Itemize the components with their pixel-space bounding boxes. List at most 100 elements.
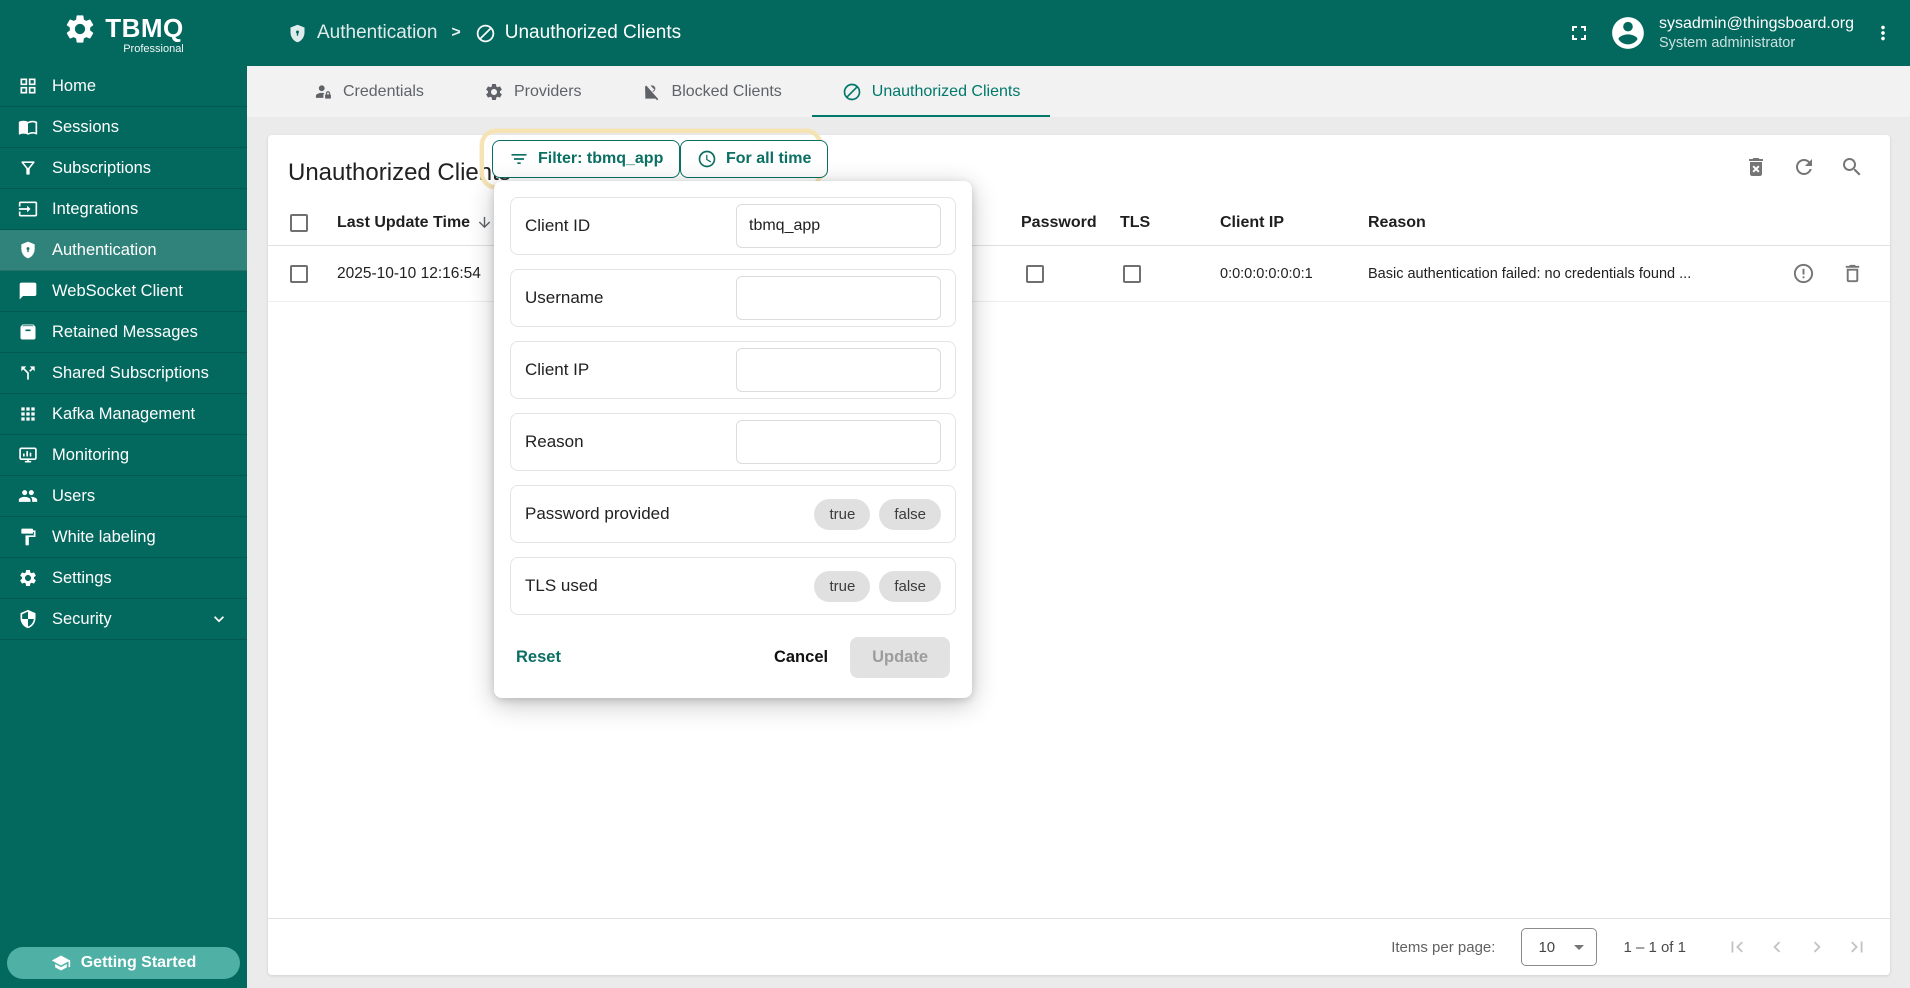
row-reason: Basic authentication failed: no credenti… — [1368, 246, 1691, 301]
input-icon — [18, 199, 38, 219]
getting-started-button[interactable]: Getting Started — [7, 947, 240, 979]
sidebar-item-home[interactable]: Home — [0, 66, 247, 107]
monitor-icon — [18, 445, 38, 465]
user-role: System administrator — [1659, 34, 1854, 52]
breadcrumb: Authentication > Unauthorized Clients — [287, 22, 681, 44]
search-button[interactable] — [1840, 155, 1864, 179]
items-per-page-label: Items per page: — [1391, 939, 1495, 956]
row-checkbox[interactable] — [290, 265, 308, 283]
app-name: TBMQ — [105, 13, 184, 44]
sidebar-item-monitoring[interactable]: Monitoring — [0, 435, 247, 476]
filter-row-password-provided: Password provided true false — [510, 485, 956, 543]
page-range-label: 1 – 1 of 1 — [1623, 939, 1686, 956]
time-range-chip-button[interactable]: For all time — [680, 140, 828, 178]
app-header: TBMQ Professional Authentication > Unaut… — [0, 0, 1910, 66]
error-outline-icon — [1792, 262, 1815, 285]
column-reason[interactable]: Reason — [1368, 200, 1426, 245]
sidebar: Home Sessions Subscriptions Integrations… — [0, 66, 247, 988]
graduation-cap-icon — [51, 953, 71, 973]
column-password[interactable]: Password — [1021, 200, 1097, 245]
sidebar-item-settings[interactable]: Settings — [0, 558, 247, 599]
username-input[interactable] — [736, 276, 941, 320]
cancel-button[interactable]: Cancel — [774, 648, 828, 667]
person-off-icon — [642, 82, 662, 102]
archive-icon — [18, 322, 38, 342]
more-menu-button[interactable] — [1872, 22, 1894, 44]
pagination-bar: Items per page: 10 1 – 1 of 1 — [268, 918, 1890, 975]
tls-false-toggle[interactable]: false — [879, 571, 941, 602]
sidebar-item-retained-messages[interactable]: Retained Messages — [0, 312, 247, 353]
block-icon — [475, 23, 496, 44]
filter-row-reason: Reason — [510, 413, 956, 471]
sidebar-item-websocket-client[interactable]: WebSocket Client — [0, 271, 247, 312]
dashboard-icon — [18, 76, 38, 96]
sidebar-item-sessions[interactable]: Sessions — [0, 107, 247, 148]
shield-icon — [18, 609, 38, 629]
tbmq-gear-logo-icon — [63, 12, 97, 46]
sidebar-item-authentication[interactable]: Authentication — [0, 230, 247, 271]
logo[interactable]: TBMQ Professional — [0, 12, 247, 55]
filter-row-tls-used: TLS used true false — [510, 557, 956, 615]
filter-row-username: Username — [510, 269, 956, 327]
dropdown-caret-icon — [1574, 945, 1584, 950]
breadcrumb-unauthorized-clients[interactable]: Unauthorized Clients — [475, 22, 681, 44]
trash-icon — [1841, 262, 1864, 285]
row-tls-checkbox[interactable] — [1123, 265, 1141, 283]
prev-page-button[interactable] — [1766, 936, 1788, 958]
tab-providers[interactable]: Providers — [454, 66, 612, 117]
book-icon — [18, 117, 38, 137]
chevron-left-icon — [1766, 936, 1788, 958]
password-true-toggle[interactable]: true — [814, 499, 870, 530]
row-delete-button[interactable] — [1841, 262, 1864, 285]
tls-true-toggle[interactable]: true — [814, 571, 870, 602]
reset-button[interactable]: Reset — [516, 648, 561, 667]
column-last-update-time[interactable]: Last Update Time — [337, 200, 493, 245]
block-icon — [842, 82, 862, 102]
tab-credentials[interactable]: Credentials — [283, 66, 454, 117]
select-all-checkbox[interactable] — [290, 214, 308, 232]
tab-blocked-clients[interactable]: Blocked Clients — [612, 66, 812, 117]
update-button[interactable]: Update — [850, 637, 950, 678]
client-id-input[interactable] — [736, 204, 941, 248]
shield-lock-icon — [18, 240, 38, 260]
row-client-ip: 0:0:0:0:0:0:0:1 — [1220, 246, 1313, 301]
sidebar-item-shared-subscriptions[interactable]: Shared Subscriptions — [0, 353, 247, 394]
chevron-right-icon — [1806, 936, 1828, 958]
refresh-button[interactable] — [1792, 155, 1816, 179]
delete-all-button[interactable] — [1744, 155, 1768, 179]
sidebar-item-integrations[interactable]: Integrations — [0, 189, 247, 230]
reason-input[interactable] — [736, 420, 941, 464]
filter-chip-button[interactable]: Filter: tbmq_app — [492, 140, 680, 178]
more-vert-icon — [1872, 22, 1894, 44]
row-password-checkbox[interactable] — [1026, 265, 1044, 283]
column-client-ip[interactable]: Client IP — [1220, 200, 1284, 245]
fullscreen-button[interactable] — [1567, 21, 1591, 45]
chat-icon — [18, 281, 38, 301]
column-tls[interactable]: TLS — [1120, 200, 1150, 245]
sidebar-item-kafka-management[interactable]: Kafka Management — [0, 394, 247, 435]
chevron-down-icon — [209, 609, 229, 629]
sidebar-item-white-labeling[interactable]: White labeling — [0, 517, 247, 558]
sidebar-item-security[interactable]: Security — [0, 599, 247, 640]
tab-bar: Credentials Providers Blocked Clients Un… — [247, 66, 1910, 117]
first-page-button[interactable] — [1726, 936, 1748, 958]
sidebar-item-users[interactable]: Users — [0, 476, 247, 517]
gear-icon — [484, 82, 504, 102]
user-menu[interactable]: sysadmin@thingsboard.org System administ… — [1609, 14, 1854, 52]
client-ip-input[interactable] — [736, 348, 941, 392]
tab-unauthorized-clients[interactable]: Unauthorized Clients — [812, 66, 1051, 117]
password-false-toggle[interactable]: false — [879, 499, 941, 530]
shield-lock-icon — [287, 23, 308, 44]
page-title: Unauthorized Clients — [288, 159, 511, 187]
app-edition: Professional — [63, 43, 184, 55]
sidebar-item-subscriptions[interactable]: Subscriptions — [0, 148, 247, 189]
people-icon — [18, 486, 38, 506]
first-page-icon — [1726, 936, 1748, 958]
filter-popup: Client ID Username Client IP Reason Pass… — [494, 181, 972, 698]
gear-icon — [18, 568, 38, 588]
items-per-page-select[interactable]: 10 — [1521, 928, 1597, 966]
breadcrumb-authentication[interactable]: Authentication — [287, 22, 437, 44]
row-details-button[interactable] — [1792, 262, 1815, 285]
next-page-button[interactable] — [1806, 936, 1828, 958]
last-page-button[interactable] — [1846, 936, 1868, 958]
